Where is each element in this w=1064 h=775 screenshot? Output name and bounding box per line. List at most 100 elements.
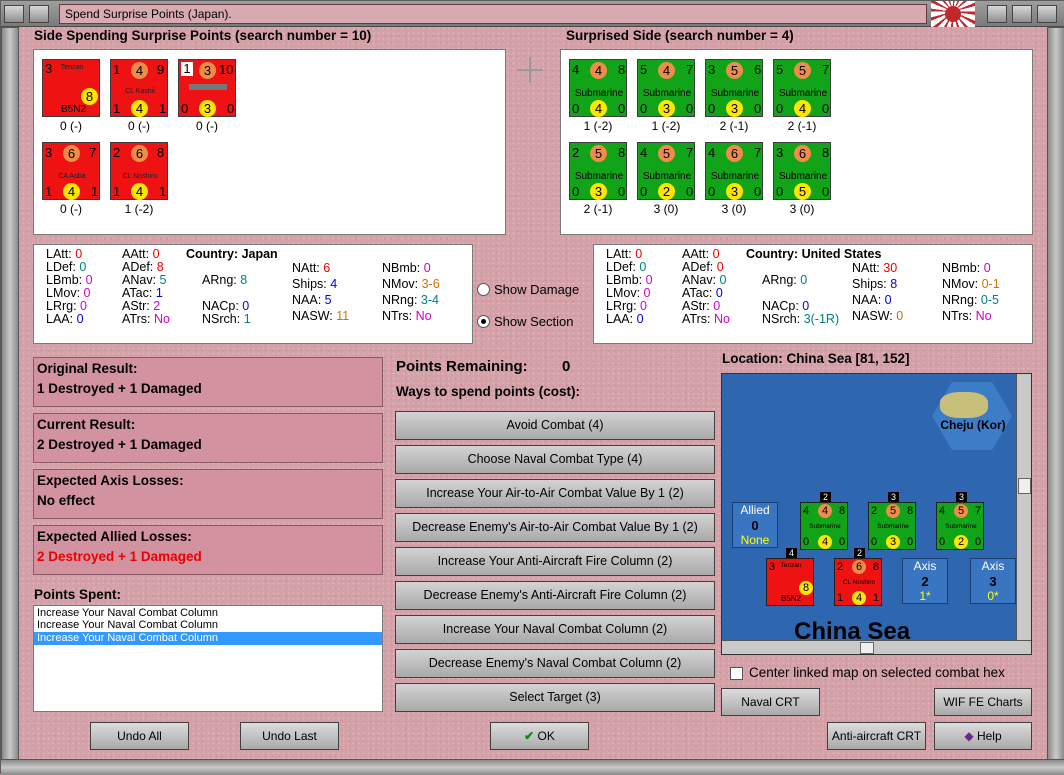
system-menu-button[interactable] xyxy=(4,5,24,23)
select-target-button[interactable]: Select Target (3) xyxy=(395,683,715,712)
unit-counter-submarine[interactable]: 3 5 6 Submarine 0 3 0 xyxy=(705,59,763,117)
unit-counter-submarine[interactable]: 4 6 7 Submarine 0 3 0 xyxy=(705,142,763,200)
radio-show-section[interactable] xyxy=(477,315,490,328)
unit-value: 5 xyxy=(794,183,811,200)
unit-value: 4 xyxy=(131,100,148,117)
unit-value: 0 xyxy=(640,101,648,116)
unit-value: 0 xyxy=(822,101,830,116)
stat-lbmb: LBmb: 0 xyxy=(46,273,93,287)
mini-map[interactable]: Cheju (Kor) Allied 0 None Axis 2 1* Axis… xyxy=(721,373,1032,655)
undo-last-button[interactable]: Undo Last xyxy=(240,722,339,750)
map-counter-submarine[interactable]: 2 5 8 Submarine 0 3 0 xyxy=(868,502,916,550)
unit-value: 3 xyxy=(886,535,900,549)
unit-counter-submarine[interactable]: 3 6 8 Submarine 0 5 0 xyxy=(773,142,831,200)
radio-show-damage[interactable] xyxy=(477,283,490,296)
unit-counter-kashii[interactable]: 1 4 9 CL Kashii 1 4 1 xyxy=(110,59,168,117)
avoid-combat-button[interactable]: Avoid Combat (4) xyxy=(395,411,715,440)
unit-counter-tenzan[interactable]: 3 Tenzan 8 B5N2 xyxy=(42,59,100,117)
stat-nsrch: NSrch: 3(-1R) xyxy=(762,312,840,326)
unit-value: 1 xyxy=(113,62,121,77)
points-spent-list[interactable]: Increase Your Naval Combat Column Increa… xyxy=(33,605,383,712)
stat-value: 0 xyxy=(645,273,653,287)
stat-astr: AStr: 0 xyxy=(682,299,721,313)
stat-value: No xyxy=(415,309,432,323)
list-item-selected[interactable]: Increase Your Naval Combat Column xyxy=(34,632,382,645)
ok-label: OK xyxy=(537,729,555,743)
minimize-window-button[interactable] xyxy=(987,5,1007,23)
allied-box-value: 0 xyxy=(751,518,759,533)
stat-value: 0 xyxy=(716,260,724,274)
stat-naa: NAA: 5 xyxy=(292,293,332,307)
decrease-enemy-naval-combat-button[interactable]: Decrease Enemy's Naval Combat Column (2) xyxy=(395,649,715,678)
stat-arng: ARng: 0 xyxy=(762,273,808,287)
unit-value: 7 xyxy=(686,145,694,160)
center-linked-checkbox[interactable] xyxy=(730,667,743,680)
unit-counter-selected[interactable]: 1 3 10 0 3 0 xyxy=(178,59,236,117)
ok-button[interactable]: ✔ OK xyxy=(490,722,589,750)
vertical-scroll-thumb[interactable] xyxy=(1018,478,1031,494)
unit-counter-noshiro[interactable]: 2 6 8 CL Noshiro 1 4 1 xyxy=(110,142,168,200)
unit-loss-label: 3 (0) xyxy=(653,202,679,216)
increase-air-to-air-button[interactable]: Increase Your Air-to-Air Combat Value By… xyxy=(395,479,715,508)
unit-value: 8 xyxy=(618,62,626,77)
allied-box[interactable]: Allied 0 None xyxy=(732,502,778,548)
stack-count-badge: 3 xyxy=(888,492,899,502)
unit-counter-submarine[interactable]: 4 5 7 Submarine 0 2 0 xyxy=(637,142,695,200)
defender-units-panel: 4 4 8 Submarine 0 4 0 1 (-2) 5 4 7 Submarine 0 3 0 1 (-… xyxy=(560,49,1033,235)
unit-counter-submarine[interactable]: 5 4 7 Submarine 0 3 0 xyxy=(637,59,695,117)
unit-counter-submarine[interactable]: 2 5 8 Submarine 0 3 0 xyxy=(569,142,627,200)
stat-value: 5 xyxy=(159,273,167,287)
bottom-frame xyxy=(1,759,1064,775)
stat-value: 3(-1R) xyxy=(803,312,840,326)
maximize-button[interactable] xyxy=(1012,5,1032,23)
horizontal-scroll-thumb[interactable] xyxy=(860,642,874,654)
unit-value: 8 xyxy=(907,505,914,517)
unit-counter-submarine[interactable]: 5 5 7 Submarine 0 4 0 xyxy=(773,59,831,117)
dialog-window: Spend Surprise Points (Japan). Side Spen… xyxy=(0,0,1064,775)
stat-value: 30 xyxy=(883,261,898,275)
wif-fe-charts-button[interactable]: WIF FE Charts xyxy=(934,688,1032,716)
stat-value: 0-5 xyxy=(980,293,999,307)
attacker-units-panel: 3 Tenzan 8 B5N2 1 4 9 CL Kashii 1 4 1 1 … xyxy=(33,49,506,235)
list-item[interactable]: Increase Your Naval Combat Column xyxy=(34,619,382,632)
unit-counter-submarine[interactable]: 4 4 8 Submarine 0 4 0 xyxy=(569,59,627,117)
axis-box-sub: 1* xyxy=(919,589,931,603)
unit-value: 0 xyxy=(839,536,846,548)
unit-value: 0 xyxy=(181,101,189,116)
list-item[interactable]: Increase Your Naval Combat Column xyxy=(34,606,382,619)
map-counter-noshiro[interactable]: 2 6 8 CL Noshiro 1 4 1 xyxy=(834,558,882,606)
increase-aa-fire-button[interactable]: Increase Your Anti-Aircraft Fire Column … xyxy=(395,547,715,576)
undo-all-button[interactable]: Undo All xyxy=(90,722,189,750)
unit-value: 1 xyxy=(159,184,167,199)
unit-counter-aoba[interactable]: 3 6 7 CA Aoba 1 4 1 xyxy=(42,142,100,200)
anti-aircraft-crt-button[interactable]: Anti-aircraft CRT xyxy=(827,722,926,750)
points-remaining-value: 0 xyxy=(562,358,571,375)
axis-box-2[interactable]: Axis 3 0* xyxy=(970,558,1016,604)
unit-value: 7 xyxy=(822,62,830,77)
map-vertical-scrollbar[interactable] xyxy=(1016,374,1031,640)
choose-naval-combat-type-button[interactable]: Choose Naval Combat Type (4) xyxy=(395,445,715,474)
decrease-enemy-air-to-air-button[interactable]: Decrease Enemy's Air-to-Air Combat Value… xyxy=(395,513,715,542)
decrease-enemy-aa-fire-button[interactable]: Decrease Enemy's Anti-Aircraft Fire Colu… xyxy=(395,581,715,610)
map-horizontal-scrollbar[interactable] xyxy=(722,640,1031,654)
map-counter-submarine[interactable]: 4 5 7 Submarine 0 2 0 xyxy=(936,502,984,550)
unit-value: 0 xyxy=(618,101,626,116)
increase-naval-combat-button[interactable]: Increase Your Naval Combat Column (2) xyxy=(395,615,715,644)
axis-losses-label: Expected Axis Losses: xyxy=(37,473,184,488)
stat-nbmb: NBmb: 0 xyxy=(942,261,991,275)
stat-value: 0 xyxy=(635,247,643,261)
naval-crt-button[interactable]: Naval CRT xyxy=(721,688,820,716)
stat-arng: ARng: 8 xyxy=(202,273,248,287)
unit-value: 8 xyxy=(157,145,165,160)
rising-sun-flag-icon xyxy=(931,1,975,27)
unit-name: CL Noshiro xyxy=(122,173,158,180)
minimize-button[interactable] xyxy=(29,5,49,23)
stat-value: 0 xyxy=(242,299,250,313)
axis-box-1[interactable]: Axis 2 1* xyxy=(902,558,948,604)
map-counter-tenzan[interactable]: 3 Tenzan 8 B5N2 xyxy=(766,558,814,606)
unit-value: 0 xyxy=(686,101,694,116)
help-button[interactable]: ◆ Help xyxy=(934,722,1032,750)
map-counter-submarine[interactable]: 4 4 8 Submarine 0 4 0 xyxy=(800,502,848,550)
close-button[interactable] xyxy=(1037,5,1057,23)
stat-lrrg: LRrg: 0 xyxy=(606,299,647,313)
